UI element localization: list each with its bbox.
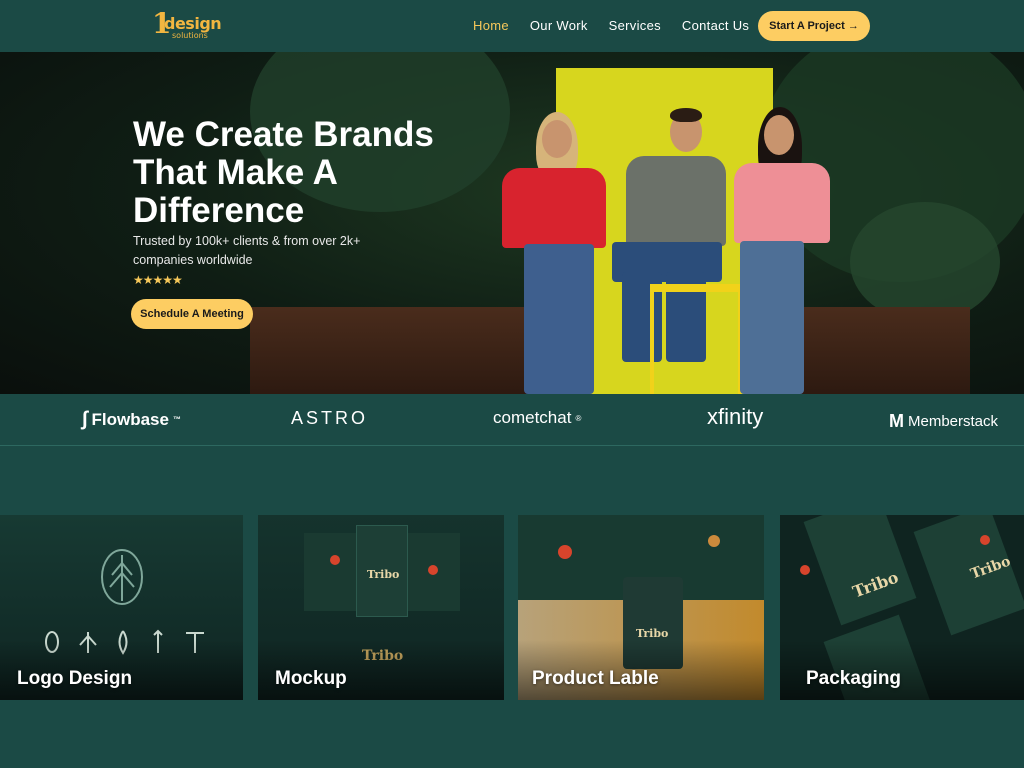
hero-subtitle: Trusted by 100k+ clients & from over 2k+… xyxy=(133,234,361,267)
nav-services[interactable]: Services xyxy=(609,18,661,33)
client-logo-memberstack: M Memberstack xyxy=(889,411,999,431)
client-logos-strip: ∫ Flowbase ™ ASTRO cometchat ® xfinity M M… xyxy=(0,394,1024,446)
nav-home[interactable]: Home xyxy=(473,18,509,33)
logo-subtext: solutions xyxy=(172,31,208,40)
portfolio-label: Product Lable xyxy=(532,668,659,689)
portfolio-label: Mockup xyxy=(275,668,347,689)
hero-title: We Create Brands That Make A Difference xyxy=(133,115,434,230)
foliage-decoration xyxy=(850,202,1000,322)
coffee-bag-mockup: Tribo xyxy=(356,525,408,617)
portfolio-label: Logo Design xyxy=(17,668,133,689)
schedule-meeting-button[interactable]: Schedule A Meeting xyxy=(131,299,253,329)
memberstack-icon: M xyxy=(889,411,904,431)
portfolio-card-packaging[interactable]: Tribo Tribo Packaging xyxy=(780,515,1024,700)
client-logo-astro: ASTRO xyxy=(291,408,369,428)
client-logo-cometchat: cometchat ® xyxy=(493,408,582,427)
main-nav: Home Our Work Services Contact Us xyxy=(473,18,770,33)
site-header: 1 design solutions Home Our Work Service… xyxy=(0,0,1024,52)
yellow-stool xyxy=(650,284,742,394)
site-logo[interactable]: 1 design solutions xyxy=(150,9,222,41)
client-logo-xfinity: xfinity xyxy=(707,404,764,429)
client-logo-flowbase: ∫ Flowbase ™ xyxy=(82,408,181,430)
person-photo-left xyxy=(500,112,610,394)
start-project-button[interactable]: Start A Project → xyxy=(758,11,870,41)
person-photo-right xyxy=(734,107,834,394)
portfolio-card-product-label[interactable]: Tribo Product Lable xyxy=(518,515,764,700)
portfolio-card-logo-design[interactable]: Logo Design xyxy=(0,515,243,700)
rating-stars-icon: ★★★★★ xyxy=(133,273,183,287)
hero-section: We Create Brands That Make A Difference … xyxy=(0,52,1024,394)
portfolio-label: Packaging xyxy=(806,668,902,689)
nav-contact-us[interactable]: Contact Us xyxy=(682,18,749,33)
nav-our-work[interactable]: Our Work xyxy=(530,18,588,33)
flowbase-icon: ∫ xyxy=(82,408,88,430)
portfolio-card-mockup[interactable]: Tribo Tribo Mockup xyxy=(258,515,504,700)
